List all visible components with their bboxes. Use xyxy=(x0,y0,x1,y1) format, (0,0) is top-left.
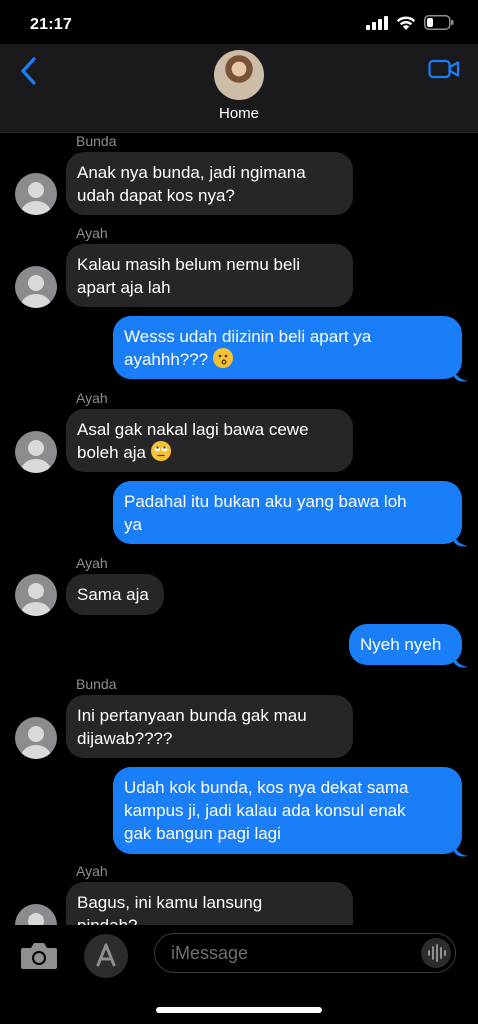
incoming-bubble[interactable]: Asal gak nakal lagi bawa cewe boleh aja xyxy=(66,409,353,472)
facetime-video-icon[interactable] xyxy=(428,58,460,80)
audio-waveform-icon xyxy=(428,944,446,962)
message-text: Kalau masih belum nemu beli apart aja la… xyxy=(77,255,301,297)
sender-avatar[interactable] xyxy=(15,173,57,215)
status-bar: 21:17 xyxy=(0,0,478,44)
sender-label: Ayah xyxy=(76,555,108,571)
incoming-bubble[interactable]: Sama aja xyxy=(66,574,164,615)
message-text: Asal gak nakal lagi bawa cewe boleh aja xyxy=(77,420,309,462)
incoming-bubble[interactable]: Ini pertanyaan bunda gak mau dijawab???? xyxy=(66,695,353,758)
home-indicator[interactable] xyxy=(156,1007,322,1013)
outgoing-bubble[interactable]: Udah kok bunda, kos nya dekat sama kampu… xyxy=(113,767,462,854)
message-text: Padahal itu bukan aku yang bawa loh ya xyxy=(124,492,407,534)
eye-roll-face-emoji-icon xyxy=(150,441,171,461)
incoming-bubble[interactable]: Bagus, ini kamu lansung pindah? xyxy=(66,882,353,925)
outgoing-bubble[interactable]: Nyeh nyeh xyxy=(349,624,462,665)
contact-name[interactable]: Home xyxy=(0,105,478,122)
message-text: Bagus, ini kamu lansung pindah? xyxy=(77,893,263,925)
message-text: Udah kok bunda, kos nya dekat sama kampu… xyxy=(124,778,409,843)
sender-label: Bunda xyxy=(76,133,117,149)
message-text: Sama aja xyxy=(77,585,149,604)
status-time: 21:17 xyxy=(30,16,72,33)
message-text: Anak nya bunda, jadi ngimana udah dapat … xyxy=(77,163,306,205)
wifi-icon xyxy=(396,16,416,30)
sender-label: Ayah xyxy=(76,225,108,241)
contact-avatar[interactable] xyxy=(214,50,264,100)
compose-bar: iMessage xyxy=(0,925,478,1024)
kissing-face-emoji-icon xyxy=(212,348,233,368)
imessage-placeholder: iMessage xyxy=(171,943,249,963)
bubble-tail xyxy=(454,655,468,668)
outgoing-bubble[interactable]: Wesss udah diizinin beli apart ya ayahhh… xyxy=(113,316,462,379)
incoming-bubble[interactable]: Kalau masih belum nemu beli apart aja la… xyxy=(66,244,353,307)
camera-icon[interactable] xyxy=(19,938,59,972)
app-store-icon xyxy=(96,943,116,967)
app-store-button[interactable] xyxy=(84,934,128,978)
sender-label: Ayah xyxy=(76,390,108,406)
bubble-tail xyxy=(454,844,468,857)
message-text: Ini pertanyaan bunda gak mau dijawab???? xyxy=(77,706,307,748)
message-text: Nyeh nyeh xyxy=(360,635,442,654)
conversation-header: Home xyxy=(0,44,478,133)
sender-avatar[interactable] xyxy=(15,431,57,473)
message-list[interactable]: Bunda Anak nya bunda, jadi ngimana udah … xyxy=(0,133,478,925)
imessage-input[interactable]: iMessage xyxy=(154,933,456,973)
sender-label: Ayah xyxy=(76,863,108,879)
battery-icon xyxy=(424,15,454,30)
outgoing-bubble[interactable]: Padahal itu bukan aku yang bawa loh ya xyxy=(113,481,462,544)
message-text: Wesss udah diizinin beli apart ya ayahhh… xyxy=(124,327,372,369)
bubble-tail xyxy=(454,369,468,382)
sender-avatar[interactable] xyxy=(15,904,57,925)
incoming-bubble[interactable]: Anak nya bunda, jadi ngimana udah dapat … xyxy=(66,152,353,215)
sender-avatar[interactable] xyxy=(15,717,57,759)
voice-message-button[interactable] xyxy=(421,938,451,968)
bubble-tail xyxy=(454,534,468,547)
sender-avatar[interactable] xyxy=(15,266,57,308)
sender-avatar[interactable] xyxy=(15,574,57,616)
back-chevron-icon[interactable] xyxy=(18,56,40,86)
status-icons xyxy=(366,15,454,30)
cellular-signal-icon xyxy=(366,15,388,30)
sender-label: Bunda xyxy=(76,676,117,692)
